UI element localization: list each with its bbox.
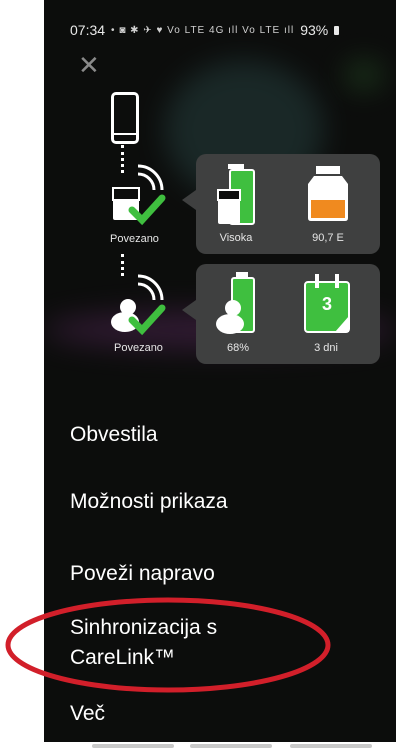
menu-item-display-options[interactable]: Možnosti prikaza: [70, 490, 228, 514]
reservoir-label: 90,7 E: [312, 232, 344, 244]
sensor-connected-icon: [111, 274, 166, 336]
status-indicators: • ◙ ✱ ✈ ♥ Vo LTE 4G ıll Vo LTE ıll: [111, 24, 295, 36]
sensor-battery-icon: [216, 272, 255, 334]
menu-item-connect-device[interactable]: Poveži napravo: [70, 562, 215, 586]
pump-info-panel: Visoka 90,7 E: [182, 154, 380, 254]
calendar-label: 3 dni: [314, 342, 338, 354]
status-time: 07:34: [70, 22, 106, 38]
pump-connected-icon: [112, 164, 166, 226]
sensor-status: Povezano: [114, 342, 163, 354]
pump-battery-label: Visoka: [219, 232, 253, 244]
highlight-circle: [5, 597, 331, 693]
menu-item-notifications[interactable]: Obvestila: [70, 423, 158, 447]
smartphone-icon: [111, 92, 139, 144]
background-blur: [344, 60, 384, 90]
sensor-info-panel: 68% 3 3 dni: [182, 264, 380, 364]
battery-percent: 93%: [300, 22, 329, 38]
close-icon[interactable]: ✕: [78, 52, 100, 78]
pump-battery-icon: [217, 164, 255, 225]
calendar-value: 3: [321, 294, 332, 314]
pump-status: Povezano: [110, 233, 159, 245]
nav-indicator: [190, 744, 272, 748]
nav-indicator: [290, 744, 372, 748]
sensor-battery-label: 68%: [226, 342, 250, 354]
reservoir-icon: [308, 166, 348, 221]
status-bar: 07:34 • ◙ ✱ ✈ ♥ Vo LTE 4G ıll Vo LTE ıll…: [70, 22, 340, 38]
navigation-bar: [0, 742, 396, 756]
battery-icon: [334, 25, 340, 35]
nav-indicator: [92, 744, 174, 748]
menu-item-more[interactable]: Več: [70, 702, 105, 726]
